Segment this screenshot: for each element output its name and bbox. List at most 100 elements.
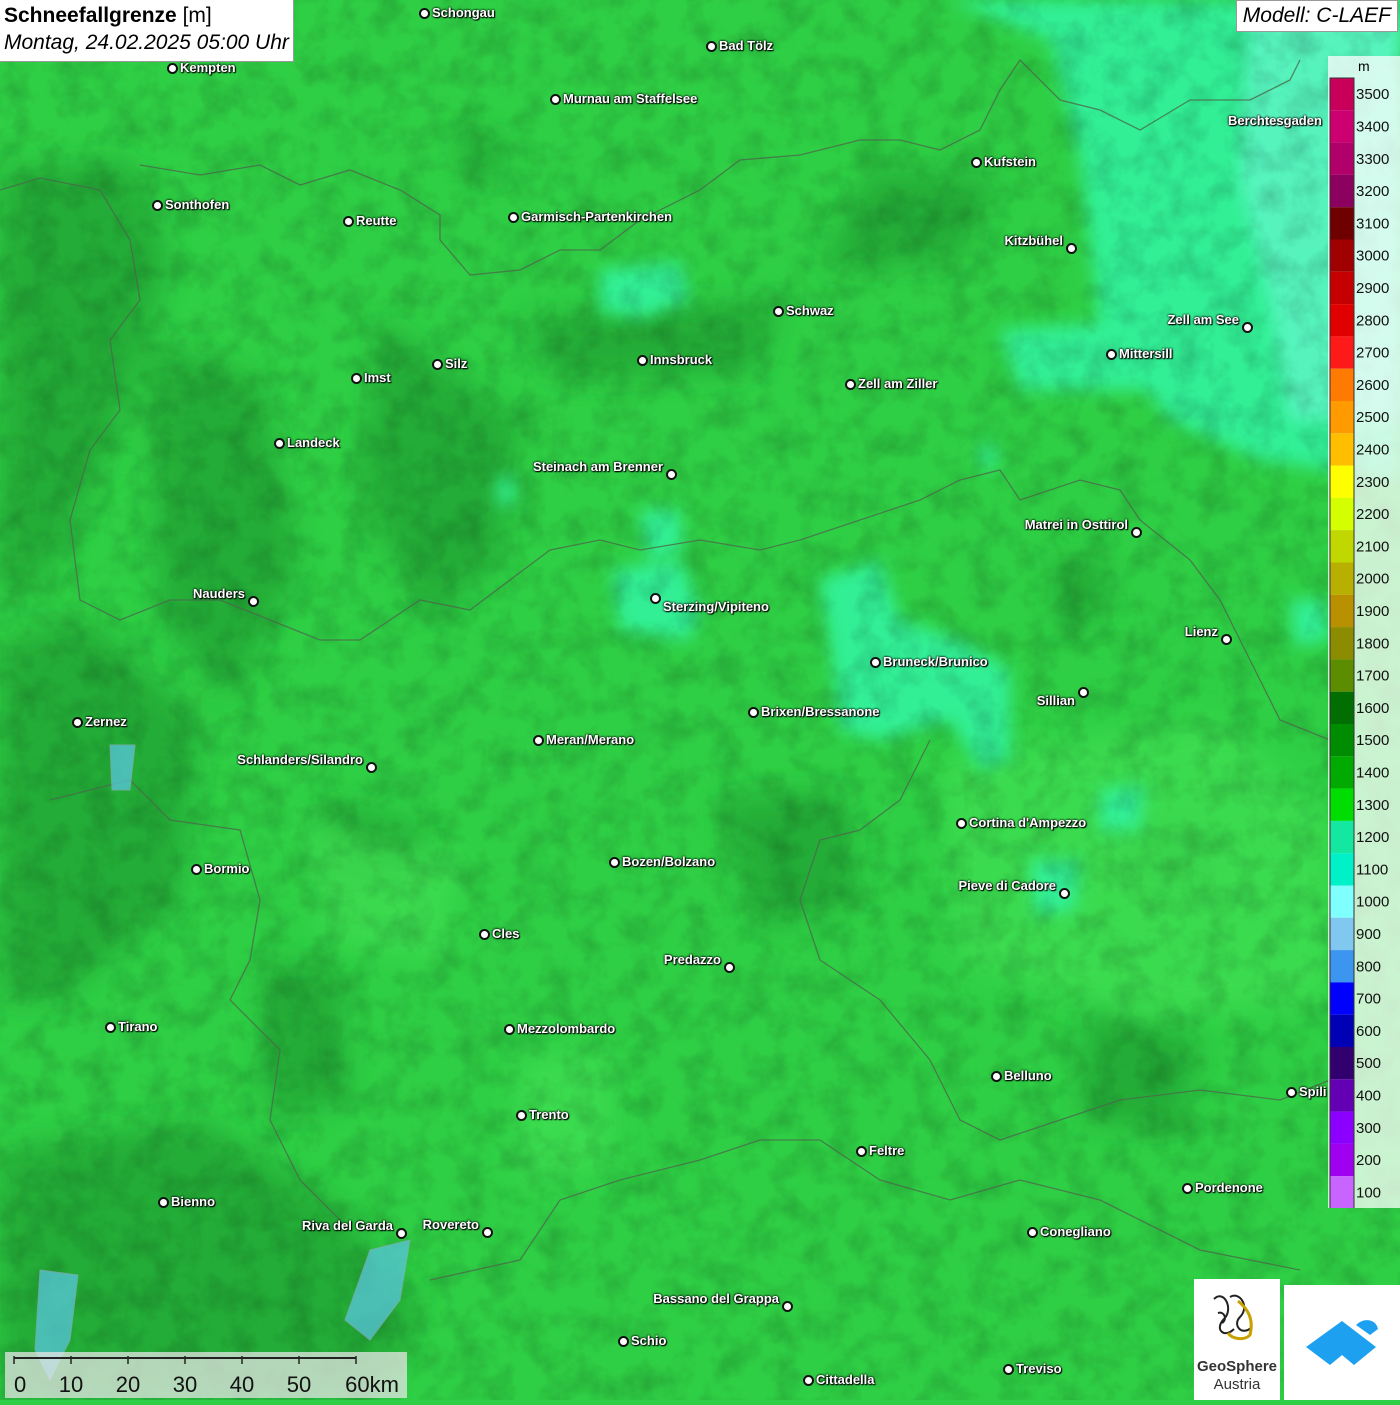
city-marker-conegliano [1027, 1227, 1038, 1238]
city-label-mittersill: Mittersill [1119, 346, 1173, 361]
city-marker-lienz [1221, 634, 1232, 645]
legend-swatch-2100 [1330, 530, 1354, 563]
legend-label-3200: 3200 [1356, 183, 1389, 200]
title-box: Schneefallgrenze [m] Montag, 24.02.2025 … [0, 0, 294, 62]
legend-label-2800: 2800 [1356, 312, 1389, 329]
legend-swatch-1400 [1330, 756, 1354, 789]
legend-label-1800: 1800 [1356, 635, 1389, 652]
city-label-meran-merano: Meran/Merano [546, 732, 635, 747]
legend-swatch-2700 [1330, 336, 1354, 369]
city-label-matrei-in-osttirol: Matrei in Osttirol [1024, 517, 1128, 532]
city-label-bormio: Bormio [204, 861, 250, 876]
legend-label-1700: 1700 [1356, 668, 1389, 685]
color-legend: m 3500 3400 3300 3200 3100 3000 2900 2800 2700 26… [1328, 56, 1400, 1209]
legend-label-3000: 3000 [1356, 248, 1389, 265]
legend-swatch-2300 [1330, 465, 1354, 498]
legend-label-1200: 1200 [1356, 829, 1389, 846]
geosphere-austria-logo: GeoSphere Austria [1194, 1279, 1280, 1400]
city-label-sillian: Sillian [1036, 693, 1075, 708]
city-marker-schio [618, 1336, 629, 1347]
city-marker-kitzb-hel [1066, 243, 1077, 254]
city-label-trento: Trento [529, 1107, 569, 1122]
city-label-bruneck-brunico: Bruneck/Brunico [883, 654, 988, 669]
scale-label-6: 60km [345, 1372, 399, 1397]
legend-swatch-1600 [1330, 691, 1354, 724]
legend-label-1100: 1100 [1356, 861, 1388, 878]
legend-label-2500: 2500 [1356, 409, 1389, 426]
legend-label-3500: 3500 [1356, 86, 1389, 103]
city-label-sterzing-vipiteno: Sterzing/Vipiteno [663, 599, 769, 614]
city-marker-cittadella [803, 1375, 814, 1386]
city-label-belluno: Belluno [1004, 1068, 1052, 1083]
legend-label-600: 600 [1356, 1023, 1381, 1040]
city-label-pieve-di-cadore: Pieve di Cadore [958, 878, 1056, 893]
legend-label-3100: 3100 [1356, 215, 1389, 232]
legend-label-3300: 3300 [1356, 151, 1389, 168]
legend-swatch-3400 [1330, 110, 1354, 143]
city-label-kufstein: Kufstein [984, 154, 1036, 169]
city-marker-bormio [191, 864, 202, 875]
city-marker-belluno [991, 1071, 1002, 1082]
city-label-predazzo: Predazzo [663, 952, 721, 967]
city-marker-schwaz [773, 306, 784, 317]
city-marker-murnau-am-staffelsee [550, 94, 561, 105]
city-label-schlanders-silandro: Schlanders/Silandro [237, 752, 363, 767]
city-marker-bruneck-brunico [870, 657, 881, 668]
city-marker-bad-t-lz [706, 41, 717, 52]
city-marker-brixen-bressanone [748, 707, 759, 718]
city-marker-bozen-bolzano [609, 857, 620, 868]
legend-label-2300: 2300 [1356, 474, 1389, 491]
scale-label-2: 20 [116, 1372, 140, 1397]
city-marker-bassano-del-grappa [782, 1301, 793, 1312]
legend-label-1900: 1900 [1356, 603, 1389, 620]
legend-label-2100: 2100 [1356, 538, 1389, 555]
city-label-feltre: Feltre [869, 1143, 905, 1158]
legend-label-100: 100 [1356, 1184, 1381, 1201]
legend-swatch-100 [1330, 1176, 1354, 1209]
legend-label-1500: 1500 [1356, 732, 1389, 749]
city-marker-innsbruck [637, 355, 648, 366]
city-marker-silz [432, 359, 443, 370]
legend-label-700: 700 [1356, 991, 1381, 1008]
legend-swatch-2400 [1330, 433, 1354, 466]
city-label-schwaz: Schwaz [786, 303, 834, 318]
city-marker-meran-merano [533, 735, 544, 746]
city-marker-bienno [158, 1197, 169, 1208]
geosphere-logo-line2: Austria [1214, 1376, 1261, 1393]
legend-swatch-3000 [1330, 239, 1354, 272]
legend-label-1300: 1300 [1356, 797, 1389, 814]
scale-label-0: 0 [14, 1372, 26, 1397]
city-marker-garmisch-partenkirchen [508, 212, 519, 223]
scale-label-3: 30 [173, 1372, 197, 1397]
legend-swatch-2900 [1330, 271, 1354, 305]
city-marker-imst [351, 373, 362, 384]
legend-label-2000: 2000 [1356, 571, 1389, 588]
legend-colorbar: 3500 3400 3300 3200 3100 3000 2900 2800 2700 2600… [1329, 77, 1389, 1209]
city-label-bassano-del-grappa: Bassano del Grappa [653, 1291, 779, 1306]
city-marker-mezzolombardo [504, 1024, 515, 1035]
legend-label-200: 200 [1356, 1152, 1381, 1169]
city-marker-predazzo [724, 962, 735, 973]
geosphere-logo-line1: GeoSphere [1197, 1358, 1277, 1375]
city-label-pordenone: Pordenone [1195, 1180, 1263, 1195]
city-label-brixen-bressanone: Brixen/Bressanone [761, 704, 880, 719]
city-marker-trento [516, 1110, 527, 1121]
legend-swatch-3200 [1330, 174, 1354, 208]
legend-label-2900: 2900 [1356, 280, 1389, 297]
city-marker-reutte [343, 216, 354, 227]
city-marker-zell-am-see [1242, 322, 1253, 333]
city-label-nauders: Nauders [192, 586, 245, 601]
city-label-landeck: Landeck [287, 435, 340, 450]
legend-swatch-1800 [1330, 627, 1354, 660]
model-label: Modell: C-LAEF [1235, 0, 1398, 32]
city-label-zell-am-ziller: Zell am Ziller [858, 376, 938, 391]
legend-swatch-1700 [1330, 659, 1354, 692]
city-label-mezzolombardo: Mezzolombardo [517, 1021, 616, 1036]
legend-label-1400: 1400 [1356, 764, 1389, 781]
city-marker-schongau [419, 8, 430, 19]
city-marker-zernez [72, 717, 83, 728]
city-label-schio: Schio [631, 1333, 667, 1348]
scale-label-5: 50 [287, 1372, 311, 1397]
city-label-sonthofen: Sonthofen [165, 197, 230, 212]
city-label-cles: Cles [492, 926, 520, 941]
